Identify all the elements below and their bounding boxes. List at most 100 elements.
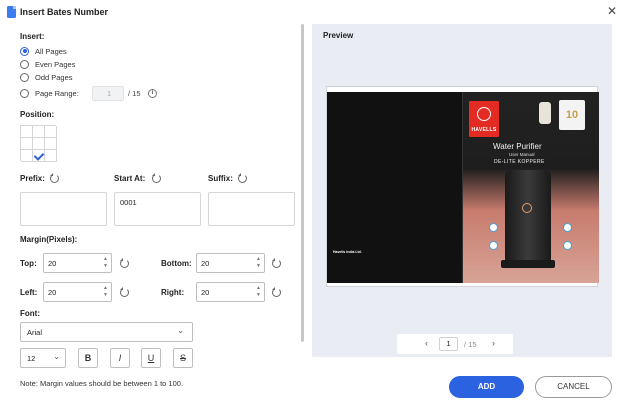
radio-all-pages[interactable]: All Pages — [20, 45, 67, 57]
left-margin-stepper[interactable]: 20 ▲ ▼ — [43, 282, 112, 302]
close-icon[interactable]: ✕ — [606, 4, 618, 18]
prefix-input[interactable] — [20, 192, 107, 226]
radio-page-range[interactable]: Page Range: — [20, 87, 79, 99]
start-at-reset-icon[interactable] — [152, 173, 161, 183]
position-middle-right[interactable] — [45, 138, 57, 150]
italic-button[interactable]: I — [110, 348, 130, 368]
radio-button[interactable] — [20, 72, 29, 82]
page-navigator: ‹ 1 / 15 › — [397, 334, 513, 354]
increment-icon[interactable]: ▲ — [103, 257, 108, 262]
page-range-total: / 15 — [128, 89, 141, 98]
next-page-icon[interactable]: › — [492, 338, 495, 348]
font-size-value: 12 — [27, 354, 36, 363]
insert-label: Insert: — [20, 32, 45, 41]
left-margin-reset-icon[interactable] — [120, 287, 129, 297]
feature-icon — [563, 241, 572, 250]
left-margin-label: Left: — [20, 288, 38, 297]
top-margin-value: 20 — [48, 259, 57, 268]
bottom-margin-label: Bottom: — [161, 259, 192, 268]
position-bottom-center[interactable] — [33, 150, 45, 162]
radio-label: All Pages — [35, 46, 67, 56]
document-icon — [7, 6, 16, 18]
radio-even-pages[interactable]: Even Pages — [20, 58, 75, 70]
prev-page-icon[interactable]: ‹ — [425, 338, 428, 348]
bottom-margin-stepper[interactable]: 20 ▲ ▼ — [196, 253, 265, 273]
margin-note: Note: Margin values should be between 1 … — [20, 379, 184, 388]
font-label: Font: — [20, 309, 40, 318]
preview-page: Havells India Ltd. HAVELLS 10 Water Puri… — [326, 86, 599, 287]
manual-front-cover: HAVELLS 10 Water Purifier User Manual DE… — [463, 92, 599, 283]
margin-label: Margin(Pixels): — [20, 235, 78, 244]
manual-model: DE-LITE KOPPERE — [494, 159, 545, 165]
right-margin-value: 20 — [201, 288, 210, 297]
position-top-left[interactable] — [21, 126, 33, 138]
increment-icon[interactable]: ▲ — [103, 286, 108, 291]
left-margin-value: 20 — [48, 288, 57, 297]
radio-button[interactable] — [20, 88, 29, 98]
add-button[interactable]: ADD — [449, 376, 524, 398]
bottom-margin-value: 20 — [201, 259, 210, 268]
product-bottle-image — [539, 102, 551, 124]
water-purifier-image — [505, 170, 551, 262]
start-at-input[interactable]: 0001 — [114, 192, 201, 226]
radio-label: Page Range: — [35, 88, 79, 98]
havells-logo: HAVELLS — [469, 101, 499, 137]
radio-button[interactable] — [20, 46, 29, 56]
top-margin-stepper[interactable]: 20 ▲ ▼ — [43, 253, 112, 273]
position-label: Position: — [20, 110, 55, 119]
manual-subtitle: User Manual — [509, 152, 535, 157]
preview-label: Preview — [323, 31, 354, 40]
window-title: Insert Bates Number — [20, 7, 109, 17]
top-margin-reset-icon[interactable] — [120, 258, 129, 268]
suffix-label: Suffix: — [208, 174, 233, 183]
page-range-input[interactable]: 1 — [92, 86, 124, 101]
position-top-center[interactable] — [33, 126, 45, 138]
radio-odd-pages[interactable]: Odd Pages — [20, 71, 73, 83]
position-middle-center[interactable] — [33, 138, 45, 150]
decrement-icon[interactable]: ▼ — [256, 293, 261, 298]
right-margin-label: Right: — [161, 288, 185, 297]
chevron-down-icon: ⌄ — [53, 352, 60, 361]
company-name: Havells India Ltd. — [333, 250, 362, 254]
prefix-label: Prefix: — [20, 174, 45, 183]
right-margin-stepper[interactable]: 20 ▲ ▼ — [196, 282, 265, 302]
underline-button[interactable]: U — [141, 348, 161, 368]
prefix-reset-icon[interactable] — [50, 173, 59, 183]
options-scrollbar[interactable] — [301, 24, 304, 342]
feature-icon — [489, 241, 498, 250]
water-purifier-base — [501, 260, 555, 268]
chevron-down-icon: ⌄ — [177, 326, 184, 335]
top-margin-label: Top: — [20, 259, 37, 268]
decrement-icon[interactable]: ▼ — [103, 293, 108, 298]
decrement-icon[interactable]: ▼ — [256, 264, 261, 269]
increment-icon[interactable]: ▲ — [256, 257, 261, 262]
strikethrough-button[interactable]: S — [173, 348, 193, 368]
position-grid — [20, 125, 57, 162]
right-margin-reset-icon[interactable] — [272, 287, 281, 297]
suffix-input[interactable] — [208, 192, 295, 226]
bottom-margin-reset-icon[interactable] — [272, 258, 281, 268]
font-family-select[interactable]: Arial ⌄ — [20, 322, 193, 342]
position-middle-left[interactable] — [21, 138, 33, 150]
page-number-input[interactable]: 1 — [439, 337, 458, 351]
radio-label: Odd Pages — [35, 72, 73, 82]
info-icon[interactable]: i — [148, 89, 157, 98]
suffix-reset-icon[interactable] — [238, 173, 247, 183]
warranty-badge: 10 — [559, 100, 585, 130]
position-bottom-left[interactable] — [21, 150, 33, 162]
increment-icon[interactable]: ▲ — [256, 286, 261, 291]
bold-button[interactable]: B — [78, 348, 98, 368]
decrement-icon[interactable]: ▼ — [103, 264, 108, 269]
radio-label: Even Pages — [35, 59, 76, 69]
title-bar: Insert Bates Number ✕ — [0, 0, 624, 24]
feature-icon — [563, 223, 572, 232]
font-size-select[interactable]: 12 ⌄ — [20, 348, 66, 368]
cancel-button[interactable]: CANCEL — [535, 376, 612, 398]
feature-icon — [489, 223, 498, 232]
radio-button[interactable] — [20, 59, 29, 69]
position-bottom-right[interactable] — [45, 150, 57, 162]
position-top-right[interactable] — [45, 126, 57, 138]
brand-text: HAVELLS — [471, 127, 497, 133]
page-total: / 15 — [464, 340, 477, 349]
font-family-value: Arial — [27, 328, 43, 337]
